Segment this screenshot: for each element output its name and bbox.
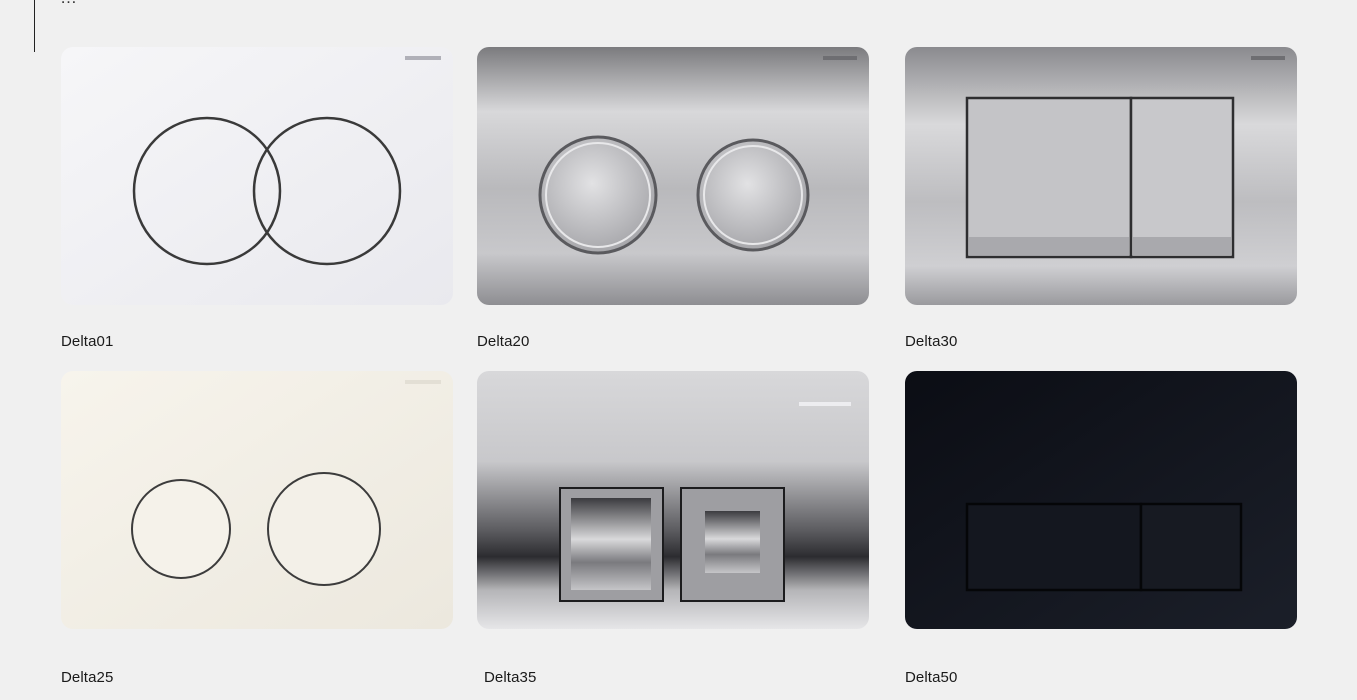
brand-logo: [799, 402, 851, 406]
flush-button-small: [1139, 502, 1243, 592]
brand-logo: [405, 380, 441, 384]
flush-plate-image: [61, 47, 453, 305]
brand-logo: [1251, 56, 1285, 60]
flush-plate-image: [905, 371, 1297, 629]
flush-plate-image: [477, 371, 869, 629]
product-name[interactable]: Delta35: [484, 669, 536, 686]
flush-button-large: [965, 96, 1133, 259]
intro-text: …: [60, 0, 77, 7]
left-accent-rule: [34, 0, 35, 52]
flush-button-small: [267, 472, 381, 586]
product-name[interactable]: Delta50: [905, 669, 957, 686]
flush-plate-image: [61, 371, 453, 629]
product-name[interactable]: Delta01: [61, 333, 113, 350]
flush-button-large: [538, 135, 658, 255]
product-name[interactable]: Delta25: [61, 669, 113, 686]
product-name[interactable]: Delta20: [477, 333, 529, 350]
brand-logo: [405, 56, 441, 60]
flush-plate-image: [905, 47, 1297, 305]
flush-button-large: [965, 502, 1143, 592]
intro-text-strip: …: [60, 0, 800, 7]
flush-button-small: [696, 138, 810, 252]
product-name[interactable]: Delta30: [905, 333, 957, 350]
brand-logo: [823, 56, 857, 60]
flush-plate-image: [477, 47, 869, 305]
flush-button-small: [1129, 96, 1235, 259]
flush-button-large: [131, 479, 231, 579]
